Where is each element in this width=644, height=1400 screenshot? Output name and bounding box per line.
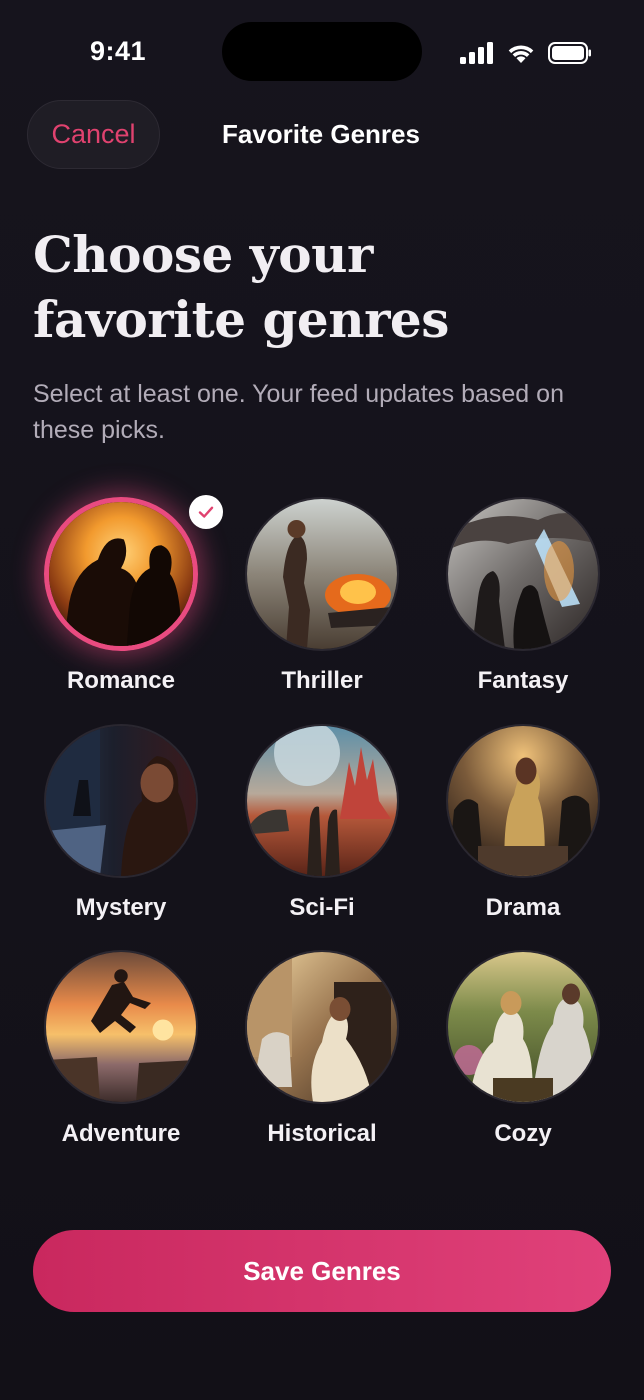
genre-mystery[interactable]: Mystery <box>21 724 221 930</box>
page-subtitle: Select at least one. Your feed updates b… <box>33 380 564 444</box>
genre-label: Adventure <box>61 1120 181 1147</box>
genre-label: Drama <box>485 894 561 921</box>
status-time: 9:41 <box>90 36 147 66</box>
genre-thriller[interactable]: Thriller <box>222 497 422 703</box>
genre-image-drama <box>446 724 600 878</box>
dynamic-island <box>222 22 422 81</box>
genre-image-romance <box>44 497 198 651</box>
genre-label: Fantasy <box>477 667 569 694</box>
genre-drama[interactable]: Drama <box>423 724 623 930</box>
wifi-icon <box>508 45 534 63</box>
status-icons <box>460 38 592 68</box>
page-title: Choose your favorite genres <box>33 222 613 352</box>
save-genres-button[interactable]: Save Genres <box>33 1230 611 1312</box>
cancel-button[interactable]: Cancel <box>27 100 160 169</box>
page-title-line-2: favorite genres <box>33 290 449 349</box>
page-title-line-1: Choose your <box>33 225 373 284</box>
genre-image-historical <box>245 950 399 1104</box>
genre-image-adventure <box>44 950 198 1104</box>
genre-image-mystery <box>44 724 198 878</box>
genre-image-fantasy <box>446 497 600 651</box>
genre-label: Historical <box>267 1120 377 1147</box>
nav-title: Favorite Genres <box>222 119 420 149</box>
genre-cozy[interactable]: Cozy <box>423 950 623 1156</box>
genre-label: Sci-Fi <box>289 894 355 921</box>
genre-image-cozy <box>446 950 600 1104</box>
genre-historical[interactable]: Historical <box>222 950 422 1156</box>
genre-adventure[interactable]: Adventure <box>21 950 221 1156</box>
cellular-signal-icon <box>460 42 493 64</box>
status-bar: 9:41 <box>0 0 644 100</box>
nav-bar: Cancel Favorite Genres <box>0 100 644 170</box>
genre-romance[interactable]: Romance <box>21 495 223 703</box>
genre-image-sci-fi <box>245 724 399 878</box>
genre-label: Romance <box>66 667 176 694</box>
genre-image-thriller <box>245 497 399 651</box>
battery-icon <box>548 42 591 64</box>
genre-sci-fi[interactable]: Sci-Fi <box>222 724 422 930</box>
genre-fantasy[interactable]: Fantasy <box>423 497 623 703</box>
genre-label: Cozy <box>494 1120 552 1147</box>
genre-label: Mystery <box>75 894 167 921</box>
genre-label: Thriller <box>281 667 363 694</box>
selected-check-icon <box>189 495 223 529</box>
